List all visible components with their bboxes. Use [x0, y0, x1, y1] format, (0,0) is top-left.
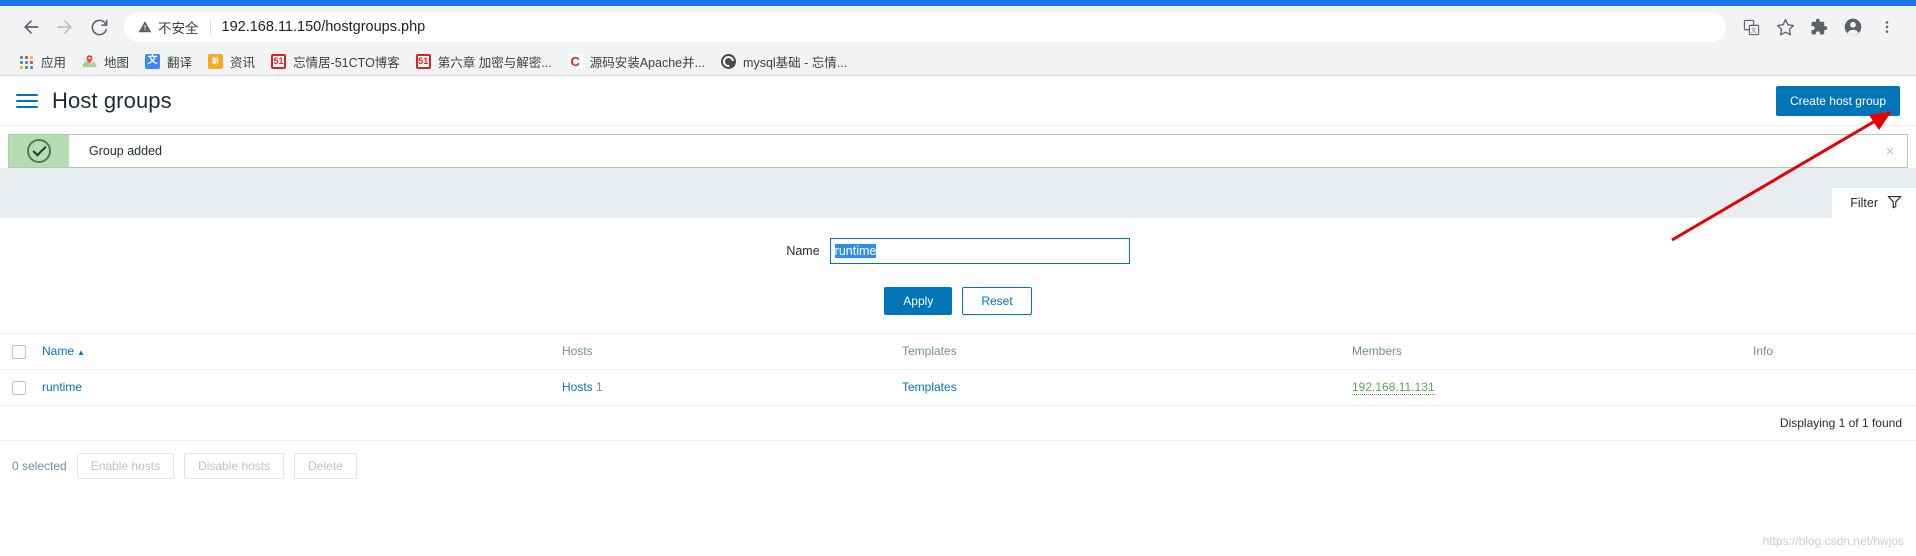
member-host-link[interactable]: 192.168.11.131 [1352, 380, 1435, 396]
disable-hosts-button[interactable]: Disable hosts [184, 452, 285, 479]
funnel-icon [1887, 194, 1902, 212]
bookmark-star-icon[interactable] [1770, 12, 1800, 42]
bookmark-label: 应用 [41, 56, 67, 70]
success-message: Group added × [8, 134, 1908, 168]
filter-name-label: Name [786, 244, 820, 258]
column-members: Members [1344, 333, 1745, 370]
cell-members: 192.168.11.131 [1344, 369, 1745, 406]
filter-buttons: Apply Reset [0, 287, 1916, 315]
bookmarks-bar: 应用 地图 文 翻译 新 资讯 51 忘情居-51CTO博客 51 第六章 加密… [0, 48, 1916, 76]
bookmark-label: 翻译 [167, 56, 193, 70]
news-icon: 新 [208, 53, 224, 70]
bookmark-label: 第六章 加密与解密... [437, 56, 552, 70]
table-footer-actions: 0 selected Enable hosts Disable hosts De… [0, 440, 1916, 491]
reset-button[interactable]: Reset [962, 287, 1032, 315]
profile-icon[interactable] [1838, 12, 1868, 42]
cell-name: runtime [34, 369, 554, 406]
select-all-header [0, 333, 34, 370]
apply-button[interactable]: Apply [884, 287, 953, 315]
column-templates: Templates [894, 333, 1344, 370]
message-area: Group added × [0, 126, 1916, 168]
bookmark-label: 地图 [104, 56, 130, 70]
bookmark-chapter6[interactable]: 51 第六章 加密与解密... [409, 49, 559, 74]
column-info: Info [1745, 333, 1916, 370]
cell-info [1745, 369, 1916, 406]
51cto-icon: 51 [415, 53, 432, 70]
filter-name-row: Name [0, 238, 1916, 264]
bookmark-label: 源码安装Apache并... [589, 56, 706, 70]
toolbar-icons: 文 [1736, 12, 1902, 42]
menu-icon[interactable] [1872, 12, 1902, 42]
templates-link[interactable]: Templates [902, 380, 957, 394]
cell-hosts: Hosts 1 [554, 369, 894, 406]
bookmark-mysql-basics[interactable]: mysql基础 - 忘情... [714, 49, 854, 74]
filter-panel: Name Apply Reset [0, 218, 1916, 333]
paging-info: Displaying 1 of 1 found [0, 406, 1916, 441]
delete-button[interactable]: Delete [294, 452, 357, 479]
bookmark-51cto-blog[interactable]: 51 忘情居-51CTO博客 [264, 49, 407, 74]
apps-grid-icon [19, 54, 35, 70]
host-groups-table: Name ▲ Hosts Templates Members Info runti… [0, 333, 1916, 406]
not-secure-warning-icon [138, 20, 152, 34]
hosts-count: 1 [596, 380, 603, 395]
extensions-icon[interactable] [1804, 12, 1834, 42]
filter-strip: Filter [0, 168, 1916, 218]
maps-pin-icon [82, 54, 98, 70]
browser-toolbar: 不安全 192.168.11.150/hostgroups.php 文 [0, 6, 1916, 48]
close-icon[interactable]: × [1873, 135, 1907, 167]
row-select-cell [0, 369, 34, 406]
bookmark-translate[interactable]: 文 翻译 [138, 49, 199, 74]
zabbix-page: Host groups Create host group Group adde… [0, 76, 1916, 491]
watermark: https://blog.csdn.net/hwjos [1762, 534, 1904, 548]
filter-tab[interactable]: Filter [1832, 188, 1916, 218]
filter-name-input[interactable] [829, 238, 1130, 264]
bookmark-maps[interactable]: 地图 [75, 49, 136, 74]
row-checkbox[interactable] [12, 380, 26, 395]
table-header-row: Name ▲ Hosts Templates Members Info [0, 333, 1916, 370]
bookmark-news[interactable]: 新 资讯 [201, 49, 262, 74]
table-row: runtime Hosts 1 Templates 192.168.11.131 [0, 369, 1916, 406]
filter-tab-label: Filter [1850, 196, 1878, 210]
create-host-group-button[interactable]: Create host group [1775, 85, 1900, 116]
column-name[interactable]: Name ▲ [34, 333, 554, 370]
sidebar-toggle-icon[interactable] [16, 90, 38, 112]
bookmark-apache-source[interactable]: C 源码安装Apache并... [561, 49, 712, 74]
bookmark-apps[interactable]: 应用 [12, 49, 73, 74]
select-all-checkbox[interactable] [12, 344, 26, 359]
selected-count: 0 selected [12, 458, 67, 473]
column-hosts: Hosts [554, 333, 894, 370]
omnibox-divider [209, 19, 211, 35]
bookmark-label: mysql基础 - 忘情... [743, 56, 848, 70]
enable-hosts-button[interactable]: Enable hosts [76, 452, 175, 479]
cell-templates: Templates [894, 369, 1344, 406]
screenshot-stage: 不安全 192.168.11.150/hostgroups.php 文 应用 地… [0, 0, 1916, 556]
sort-arrow-icon: ▲ [77, 347, 85, 357]
reload-icon[interactable] [82, 10, 116, 44]
security-label: 不安全 [158, 21, 199, 36]
table-body: runtime Hosts 1 Templates 192.168.11.131 [0, 369, 1916, 406]
page-title: Host groups [52, 87, 172, 113]
bookmark-label: 资讯 [230, 56, 256, 70]
host-group-link[interactable]: runtime [42, 380, 82, 394]
url-text[interactable]: 192.168.11.150/hostgroups.php [222, 19, 426, 35]
tab-strip [0, 0, 1916, 6]
page-header: Host groups Create host group [0, 76, 1916, 126]
translate-icon: 文 [145, 53, 161, 70]
back-icon[interactable] [14, 10, 48, 44]
globe-icon [721, 53, 737, 70]
table-header: Name ▲ Hosts Templates Members Info [0, 333, 1916, 370]
hosts-link[interactable]: Hosts [562, 380, 593, 394]
address-bar[interactable]: 不安全 192.168.11.150/hostgroups.php [124, 12, 1726, 42]
translate-icon[interactable]: 文 [1736, 12, 1766, 42]
51cto-icon: 51 [271, 53, 287, 70]
message-text: Group added [89, 144, 162, 158]
csdn-icon: C [567, 53, 584, 70]
bookmark-label: 忘情居-51CTO博客 [293, 56, 400, 70]
forward-icon[interactable] [48, 10, 82, 44]
column-name-label[interactable]: Name [42, 344, 74, 358]
browser-chrome: 不安全 192.168.11.150/hostgroups.php 文 应用 地… [0, 0, 1916, 76]
active-tab[interactable] [0, 0, 1916, 6]
check-circle-icon [9, 135, 69, 167]
